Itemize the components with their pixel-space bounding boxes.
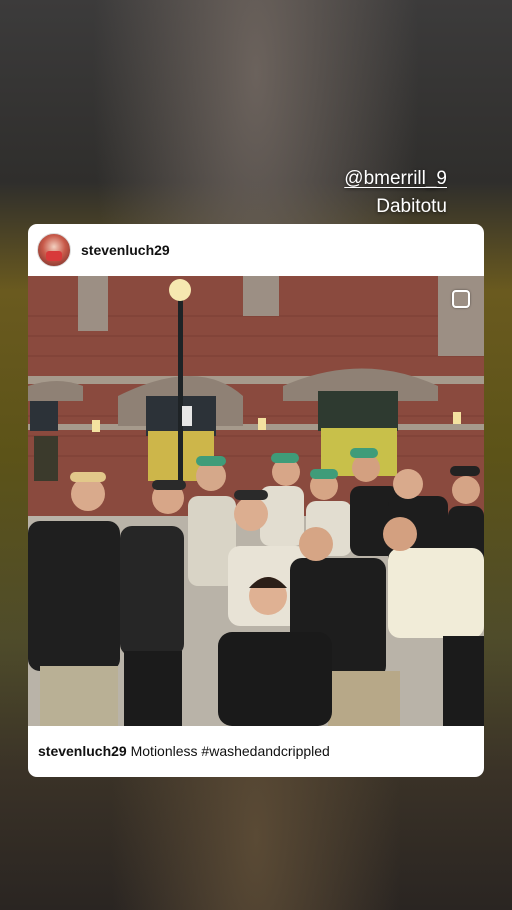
- story-text: Dabitotu: [376, 196, 447, 217]
- caption-username[interactable]: stevenluch29: [38, 743, 127, 759]
- shared-post-card[interactable]: stevenluch29 stevenluch29 Motionless #wa…: [28, 224, 484, 777]
- post-photo: [28, 276, 484, 726]
- post-caption: stevenluch29 Motionless #washedandcrippl…: [38, 743, 330, 759]
- avatar[interactable]: [37, 233, 71, 267]
- post-username[interactable]: stevenluch29: [81, 242, 170, 258]
- mention-sticker[interactable]: @bmerrill_9: [344, 168, 447, 190]
- multi-photo-icon: [452, 290, 470, 308]
- post-header: stevenluch29: [28, 224, 484, 276]
- caption-text: Motionless #washedandcrippled: [130, 743, 330, 759]
